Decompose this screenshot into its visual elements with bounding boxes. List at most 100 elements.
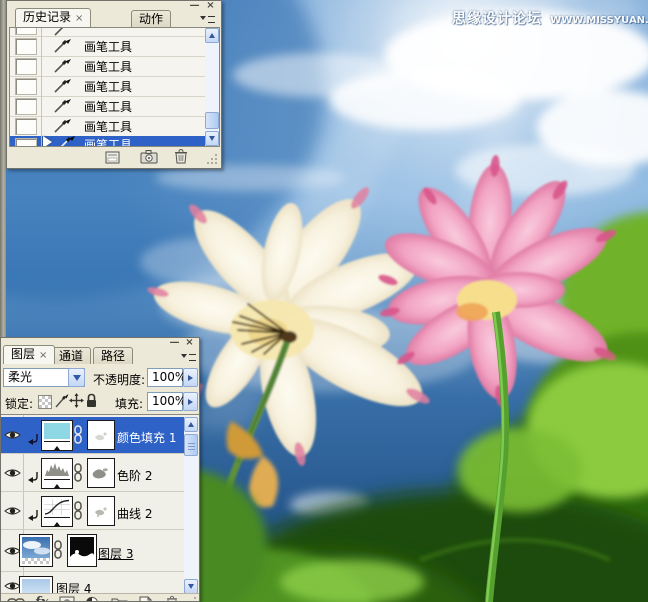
clipping-mask-arrow-icon bbox=[28, 434, 38, 445]
layer-visibility-eye-icon[interactable] bbox=[4, 429, 21, 441]
fill-value: 100% bbox=[152, 394, 187, 408]
photoshop-workspace: { "window_controls": {"minimize": "—", "… bbox=[0, 0, 648, 602]
scroll-down-icon[interactable] bbox=[205, 131, 219, 146]
tab-history[interactable]: 历史记录 × bbox=[15, 8, 92, 27]
layer-image-thumbnail[interactable] bbox=[19, 534, 53, 567]
history-source-checkbox[interactable] bbox=[15, 98, 37, 115]
fill-slider-arrow-icon[interactable] bbox=[183, 392, 198, 411]
layer-row-layer-3[interactable]: 图层 3 bbox=[1, 530, 185, 572]
lock-all-icon[interactable] bbox=[85, 393, 98, 408]
lock-transparency-icon[interactable] bbox=[38, 395, 52, 409]
layer-style-fx-icon[interactable]: fx bbox=[35, 595, 48, 601]
layer-row-curves-2[interactable]: 曲线 2 bbox=[1, 492, 185, 530]
new-adjustment-layer-icon[interactable] bbox=[85, 596, 99, 602]
scroll-down-icon[interactable] bbox=[184, 579, 198, 594]
brush-tool-icon bbox=[54, 59, 71, 73]
blend-mode-select[interactable]: 柔光 bbox=[3, 368, 85, 387]
lock-position-icon[interactable] bbox=[69, 393, 84, 408]
layer-row-color-fill-1[interactable]: 颜色填充 1 bbox=[1, 417, 185, 454]
layers-scrollbar-thumb[interactable] bbox=[184, 434, 198, 456]
add-layer-mask-icon[interactable] bbox=[59, 596, 75, 602]
lock-label: 锁定: bbox=[5, 397, 34, 411]
lock-paint-icon[interactable] bbox=[55, 393, 69, 408]
layer-name[interactable]: 图层 3 bbox=[98, 545, 133, 562]
scroll-up-icon[interactable] bbox=[184, 417, 198, 432]
history-source-checkbox[interactable] bbox=[15, 138, 37, 146]
layer-name[interactable]: 色阶 2 bbox=[117, 467, 152, 484]
history-entry[interactable]: 画笔工具 bbox=[10, 56, 206, 77]
tab-layers-label: 图层 bbox=[11, 347, 36, 361]
history-source-checkbox[interactable] bbox=[15, 38, 37, 55]
delete-state-trash-icon[interactable] bbox=[173, 148, 189, 165]
layer-row-layer-4[interactable]: 图层 4 bbox=[1, 572, 185, 601]
tab-paths[interactable]: 路径 bbox=[93, 347, 134, 364]
layer-name[interactable]: 颜色填充 1 bbox=[117, 429, 176, 446]
brush-tool-icon bbox=[54, 39, 71, 53]
layers-close-button[interactable]: × bbox=[183, 338, 196, 349]
scroll-up-icon[interactable] bbox=[205, 28, 219, 43]
layers-bottom-bar: fx bbox=[1, 593, 199, 602]
new-snapshot-camera-icon[interactable] bbox=[140, 149, 159, 165]
delete-layer-trash-icon[interactable] bbox=[165, 595, 179, 602]
layer-mask-thumbnail[interactable] bbox=[87, 496, 115, 526]
color-fill-thumbnail[interactable] bbox=[41, 420, 73, 451]
layer-row-levels-2[interactable]: 色阶 2 bbox=[1, 454, 185, 492]
opacity-slider-arrow-icon[interactable] bbox=[183, 368, 198, 387]
layers-minimize-button[interactable]: — bbox=[168, 338, 181, 349]
link-mask-chain-icon[interactable] bbox=[73, 463, 83, 483]
link-layers-icon[interactable] bbox=[7, 596, 27, 602]
tab-channels[interactable]: 通道 bbox=[51, 347, 92, 364]
history-state-pointer-icon[interactable] bbox=[43, 136, 58, 146]
history-source-checkbox[interactable] bbox=[15, 78, 37, 95]
history-entry[interactable]: 画笔工具 bbox=[10, 116, 206, 137]
link-mask-chain-icon[interactable] bbox=[73, 425, 83, 445]
history-source-checkbox[interactable] bbox=[15, 58, 37, 75]
layers-scrollbar[interactable] bbox=[184, 417, 198, 594]
history-entry-label: 画笔工具 bbox=[84, 80, 133, 94]
history-entry-label: 画笔工具 bbox=[84, 120, 133, 134]
tab-history-close-icon[interactable]: × bbox=[75, 13, 83, 24]
new-group-icon[interactable] bbox=[111, 596, 128, 602]
tab-layers[interactable]: 图层 × bbox=[3, 345, 56, 364]
curves-adjustment-thumbnail[interactable] bbox=[41, 496, 73, 527]
tab-history-label: 历史记录 bbox=[23, 10, 72, 24]
history-entry[interactable]: 画笔工具 bbox=[10, 36, 206, 57]
tab-paths-label: 路径 bbox=[101, 349, 126, 363]
history-resize-grip-icon[interactable] bbox=[206, 153, 218, 165]
layer-mask-thumbnail[interactable] bbox=[87, 420, 115, 450]
opacity-input[interactable]: 100% bbox=[147, 368, 187, 387]
fill-input[interactable]: 100% bbox=[147, 392, 187, 411]
layers-panel-menu-icon[interactable] bbox=[180, 351, 197, 364]
link-mask-chain-icon[interactable] bbox=[73, 501, 83, 521]
history-scrollbar-thumb[interactable] bbox=[205, 112, 219, 129]
new-layer-icon[interactable] bbox=[138, 596, 153, 602]
layer-mask-thumbnail[interactable] bbox=[67, 534, 97, 567]
history-entry-selected[interactable]: 画笔工具 bbox=[10, 136, 206, 146]
clipping-mask-arrow-icon bbox=[28, 510, 38, 521]
layer-visibility-eye-icon[interactable] bbox=[4, 505, 21, 517]
history-source-checkbox[interactable] bbox=[15, 118, 37, 135]
history-minimize-button[interactable]: — bbox=[188, 1, 201, 12]
tab-layers-close-icon[interactable]: × bbox=[39, 350, 47, 361]
history-entry[interactable]: 画笔工具 bbox=[10, 96, 206, 117]
history-scrollbar[interactable] bbox=[205, 28, 219, 146]
history-panel-menu-icon[interactable] bbox=[199, 13, 216, 26]
blend-mode-value: 柔光 bbox=[8, 370, 33, 384]
layers-resize-grip-icon[interactable] bbox=[185, 596, 197, 602]
layers-list: 颜色填充 1 色阶 2 曲线 2 图层 3 图层 4 bbox=[1, 414, 199, 601]
history-source-checkbox[interactable] bbox=[15, 28, 37, 35]
opacity-value: 100% bbox=[152, 370, 187, 384]
blend-mode-dropdown-icon[interactable] bbox=[68, 368, 85, 387]
link-mask-chain-icon[interactable] bbox=[53, 540, 63, 560]
watermark: 思缘设计论坛 WWW.MISSYUAN.COM bbox=[452, 8, 648, 28]
history-entry[interactable]: 画笔工具 bbox=[10, 76, 206, 97]
history-close-button[interactable]: × bbox=[204, 1, 217, 12]
new-document-from-state-icon[interactable] bbox=[104, 150, 122, 165]
history-list: 画笔工具 画笔工具 画笔工具 画笔工具 画笔工具 画笔工具 bbox=[9, 27, 220, 147]
watermark-site-name: 思缘设计论坛 bbox=[452, 11, 542, 27]
layer-mask-thumbnail[interactable] bbox=[87, 458, 115, 488]
tab-actions[interactable]: 动作 bbox=[131, 10, 172, 27]
layer-visibility-eye-icon[interactable] bbox=[4, 467, 21, 479]
layer-name[interactable]: 曲线 2 bbox=[117, 505, 152, 522]
levels-adjustment-thumbnail[interactable] bbox=[41, 458, 73, 489]
